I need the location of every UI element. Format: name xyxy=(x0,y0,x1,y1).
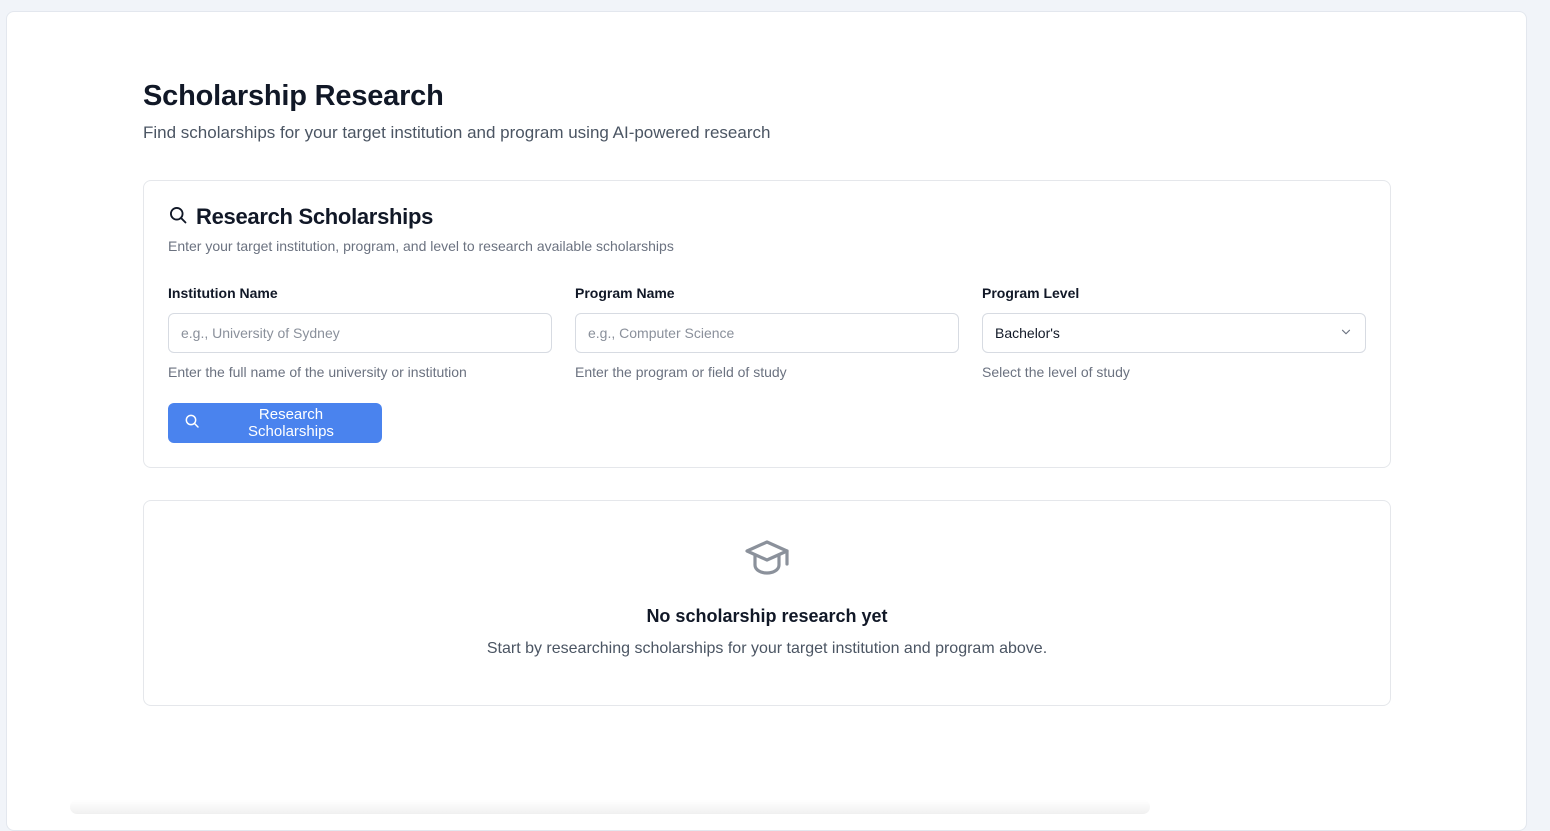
program-level-value: Bachelor's xyxy=(995,325,1060,341)
institution-input[interactable] xyxy=(168,313,552,353)
empty-state-title: No scholarship research yet xyxy=(646,606,888,626)
app-shell: Scholarship Research Find scholarships f… xyxy=(6,11,1527,831)
search-icon xyxy=(184,413,200,433)
research-scholarships-button[interactable]: Research Scholarships xyxy=(168,403,382,443)
institution-field: Institution Name Enter the full name of … xyxy=(168,284,552,381)
program-level-select[interactable]: Bachelor's xyxy=(982,313,1366,353)
empty-state: No scholarship research yet Start by res… xyxy=(144,537,1390,660)
research-button-label: Research Scholarships xyxy=(248,406,334,440)
program-level-field: Program Level Bachelor's Select the leve… xyxy=(982,284,1366,381)
chevron-down-icon xyxy=(1339,325,1353,342)
graduation-cap-icon xyxy=(744,537,790,582)
search-icon xyxy=(168,205,188,230)
program-input[interactable] xyxy=(575,313,959,353)
empty-state-text: Start by researching scholarships for yo… xyxy=(486,640,1048,657)
page-header: Scholarship Research Find scholarships f… xyxy=(143,78,770,144)
institution-hint: Enter the full name of the university or… xyxy=(168,364,467,380)
card-title-row: Research Scholarships xyxy=(168,203,674,231)
page-title: Scholarship Research xyxy=(143,80,444,112)
card-header: Research Scholarships Enter your target … xyxy=(168,203,674,255)
research-form-card: Research Scholarships Enter your target … xyxy=(143,180,1391,468)
program-label: Program Name xyxy=(575,285,675,301)
card-description: Enter your target institution, program, … xyxy=(168,238,674,254)
card-title: Research Scholarships xyxy=(196,204,434,229)
program-level-hint: Select the level of study xyxy=(982,364,1130,380)
institution-label: Institution Name xyxy=(168,285,278,301)
empty-state-card: No scholarship research yet Start by res… xyxy=(143,500,1391,706)
program-hint: Enter the program or field of study xyxy=(575,364,787,380)
program-level-label: Program Level xyxy=(982,285,1080,301)
program-field: Program Name Enter the program or field … xyxy=(575,284,959,381)
page-subtitle: Find scholarships for your target instit… xyxy=(143,123,771,142)
